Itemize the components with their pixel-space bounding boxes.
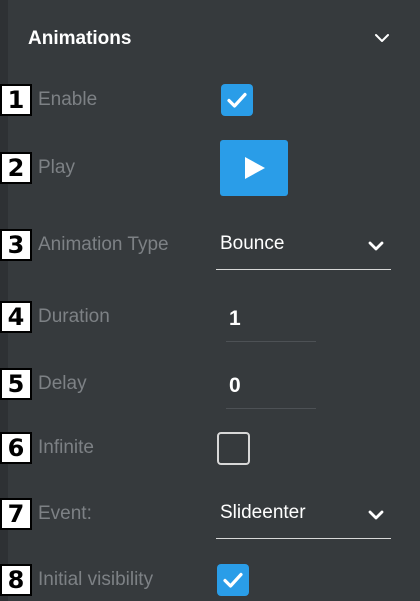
initial-visibility-label: Initial visibility bbox=[38, 569, 154, 590]
delay-value: 0 bbox=[229, 374, 241, 397]
duration-label: Duration bbox=[38, 306, 110, 327]
row-number-badge: 8 bbox=[0, 564, 32, 596]
play-icon bbox=[245, 157, 265, 179]
checkmark-icon bbox=[223, 572, 243, 588]
section-title: Animations bbox=[28, 28, 132, 49]
chevron-down-icon bbox=[368, 241, 384, 251]
row-number-badge: 7 bbox=[0, 498, 32, 530]
checkmark-icon bbox=[227, 92, 247, 108]
row-number-badge: 4 bbox=[0, 301, 32, 333]
play-button[interactable] bbox=[220, 140, 288, 196]
animation-type-label: Animation Type bbox=[38, 234, 169, 255]
row-number-badge: 3 bbox=[0, 229, 32, 261]
chevron-down-icon bbox=[375, 34, 389, 42]
delay-label: Delay bbox=[38, 373, 87, 394]
enable-label: Enable bbox=[38, 89, 98, 110]
row-number-badge: 6 bbox=[0, 432, 32, 464]
row-number-badge: 1 bbox=[0, 84, 32, 116]
chevron-down-icon bbox=[368, 510, 384, 520]
delay-input[interactable]: 0 bbox=[226, 368, 316, 409]
initial-visibility-checkbox[interactable] bbox=[217, 564, 249, 596]
infinite-checkbox[interactable] bbox=[217, 432, 250, 465]
event-label: Event: bbox=[38, 503, 92, 524]
collapse-toggle[interactable] bbox=[370, 26, 394, 50]
event-select[interactable]: Slideenter bbox=[216, 492, 391, 539]
animation-type-value: Bounce bbox=[220, 233, 285, 254]
duration-input[interactable]: 1 bbox=[226, 301, 316, 342]
enable-checkbox[interactable] bbox=[221, 84, 253, 116]
duration-value: 1 bbox=[229, 307, 241, 330]
play-label: Play bbox=[38, 157, 75, 178]
infinite-label: Infinite bbox=[38, 437, 94, 458]
animations-panel: Animations 1 Enable 2 Play 3 Animation T… bbox=[0, 0, 420, 601]
row-number-badge: 5 bbox=[0, 368, 32, 400]
animation-type-select[interactable]: Bounce bbox=[216, 223, 391, 270]
event-value: Slideenter bbox=[220, 502, 306, 523]
row-number-badge: 2 bbox=[0, 152, 32, 184]
